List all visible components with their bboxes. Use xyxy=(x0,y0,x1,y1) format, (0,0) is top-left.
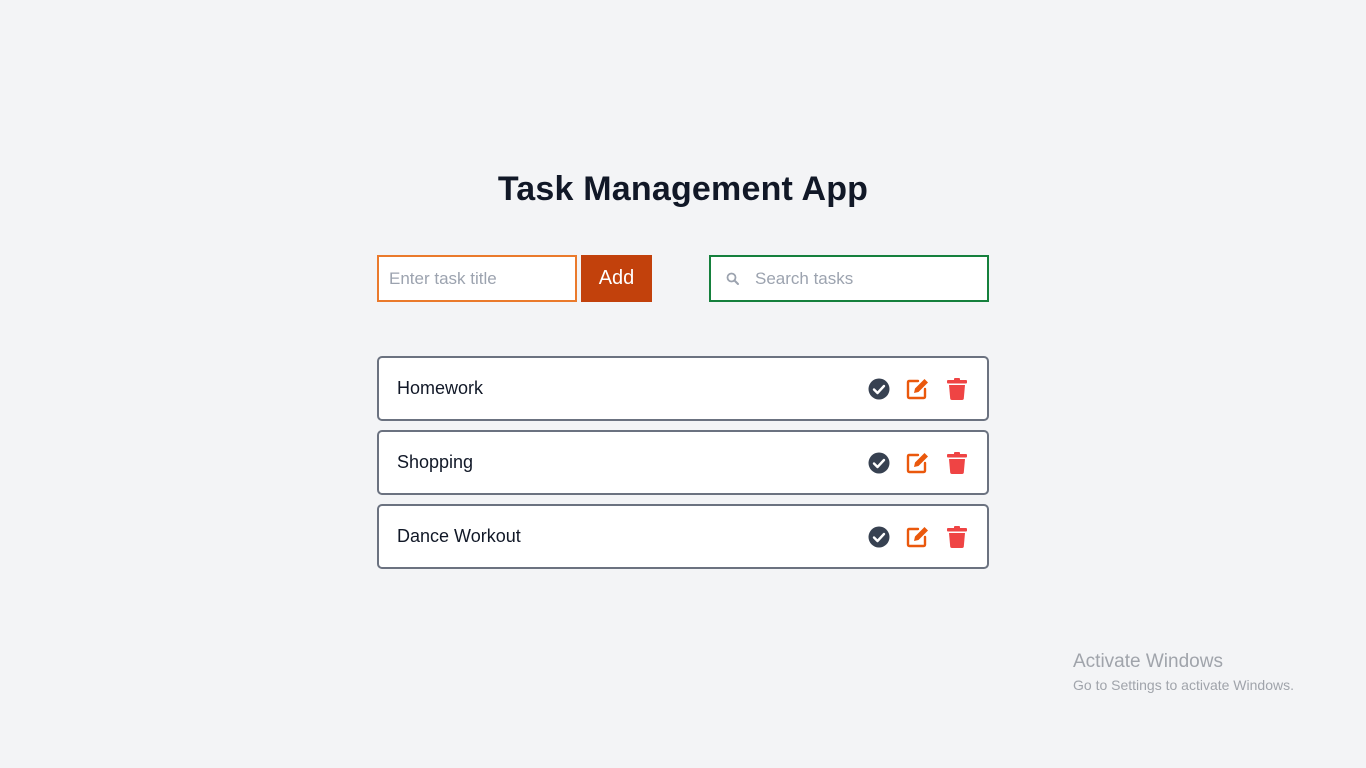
task-list: Homework Shopping Dance Workout xyxy=(377,356,989,578)
check-circle-icon[interactable] xyxy=(867,377,891,401)
task-actions xyxy=(852,451,969,475)
edit-icon[interactable] xyxy=(906,525,930,549)
check-circle-icon[interactable] xyxy=(867,525,891,549)
task-title: Shopping xyxy=(397,452,474,472)
page-title: Task Management App xyxy=(497,170,869,208)
task-title-input[interactable] xyxy=(377,255,577,302)
search-input[interactable] xyxy=(747,257,999,300)
add-task-button[interactable]: Add xyxy=(581,255,652,302)
task-item: Shopping xyxy=(377,430,989,495)
task-item: Homework xyxy=(377,356,989,421)
watermark-title: Activate Windows xyxy=(1073,651,1223,672)
watermark-subtitle: Go to Settings to activate Windows. xyxy=(1073,677,1294,693)
task-app-page: Task Management App Add Homework xyxy=(0,0,1366,768)
edit-icon[interactable] xyxy=(906,377,930,401)
trash-icon[interactable] xyxy=(945,525,969,549)
trash-icon[interactable] xyxy=(945,451,969,475)
activate-windows-watermark: Activate Windows Go to Settings to activ… xyxy=(1073,651,1294,693)
trash-icon[interactable] xyxy=(945,377,969,401)
task-title: Homework xyxy=(397,378,484,398)
edit-icon[interactable] xyxy=(906,451,930,475)
task-actions xyxy=(852,525,969,549)
task-item: Dance Workout xyxy=(377,504,989,569)
task-actions xyxy=(852,377,969,401)
task-title: Dance Workout xyxy=(397,526,521,546)
search-box[interactable] xyxy=(709,255,999,302)
check-circle-icon[interactable] xyxy=(867,451,891,475)
search-icon xyxy=(725,271,741,287)
